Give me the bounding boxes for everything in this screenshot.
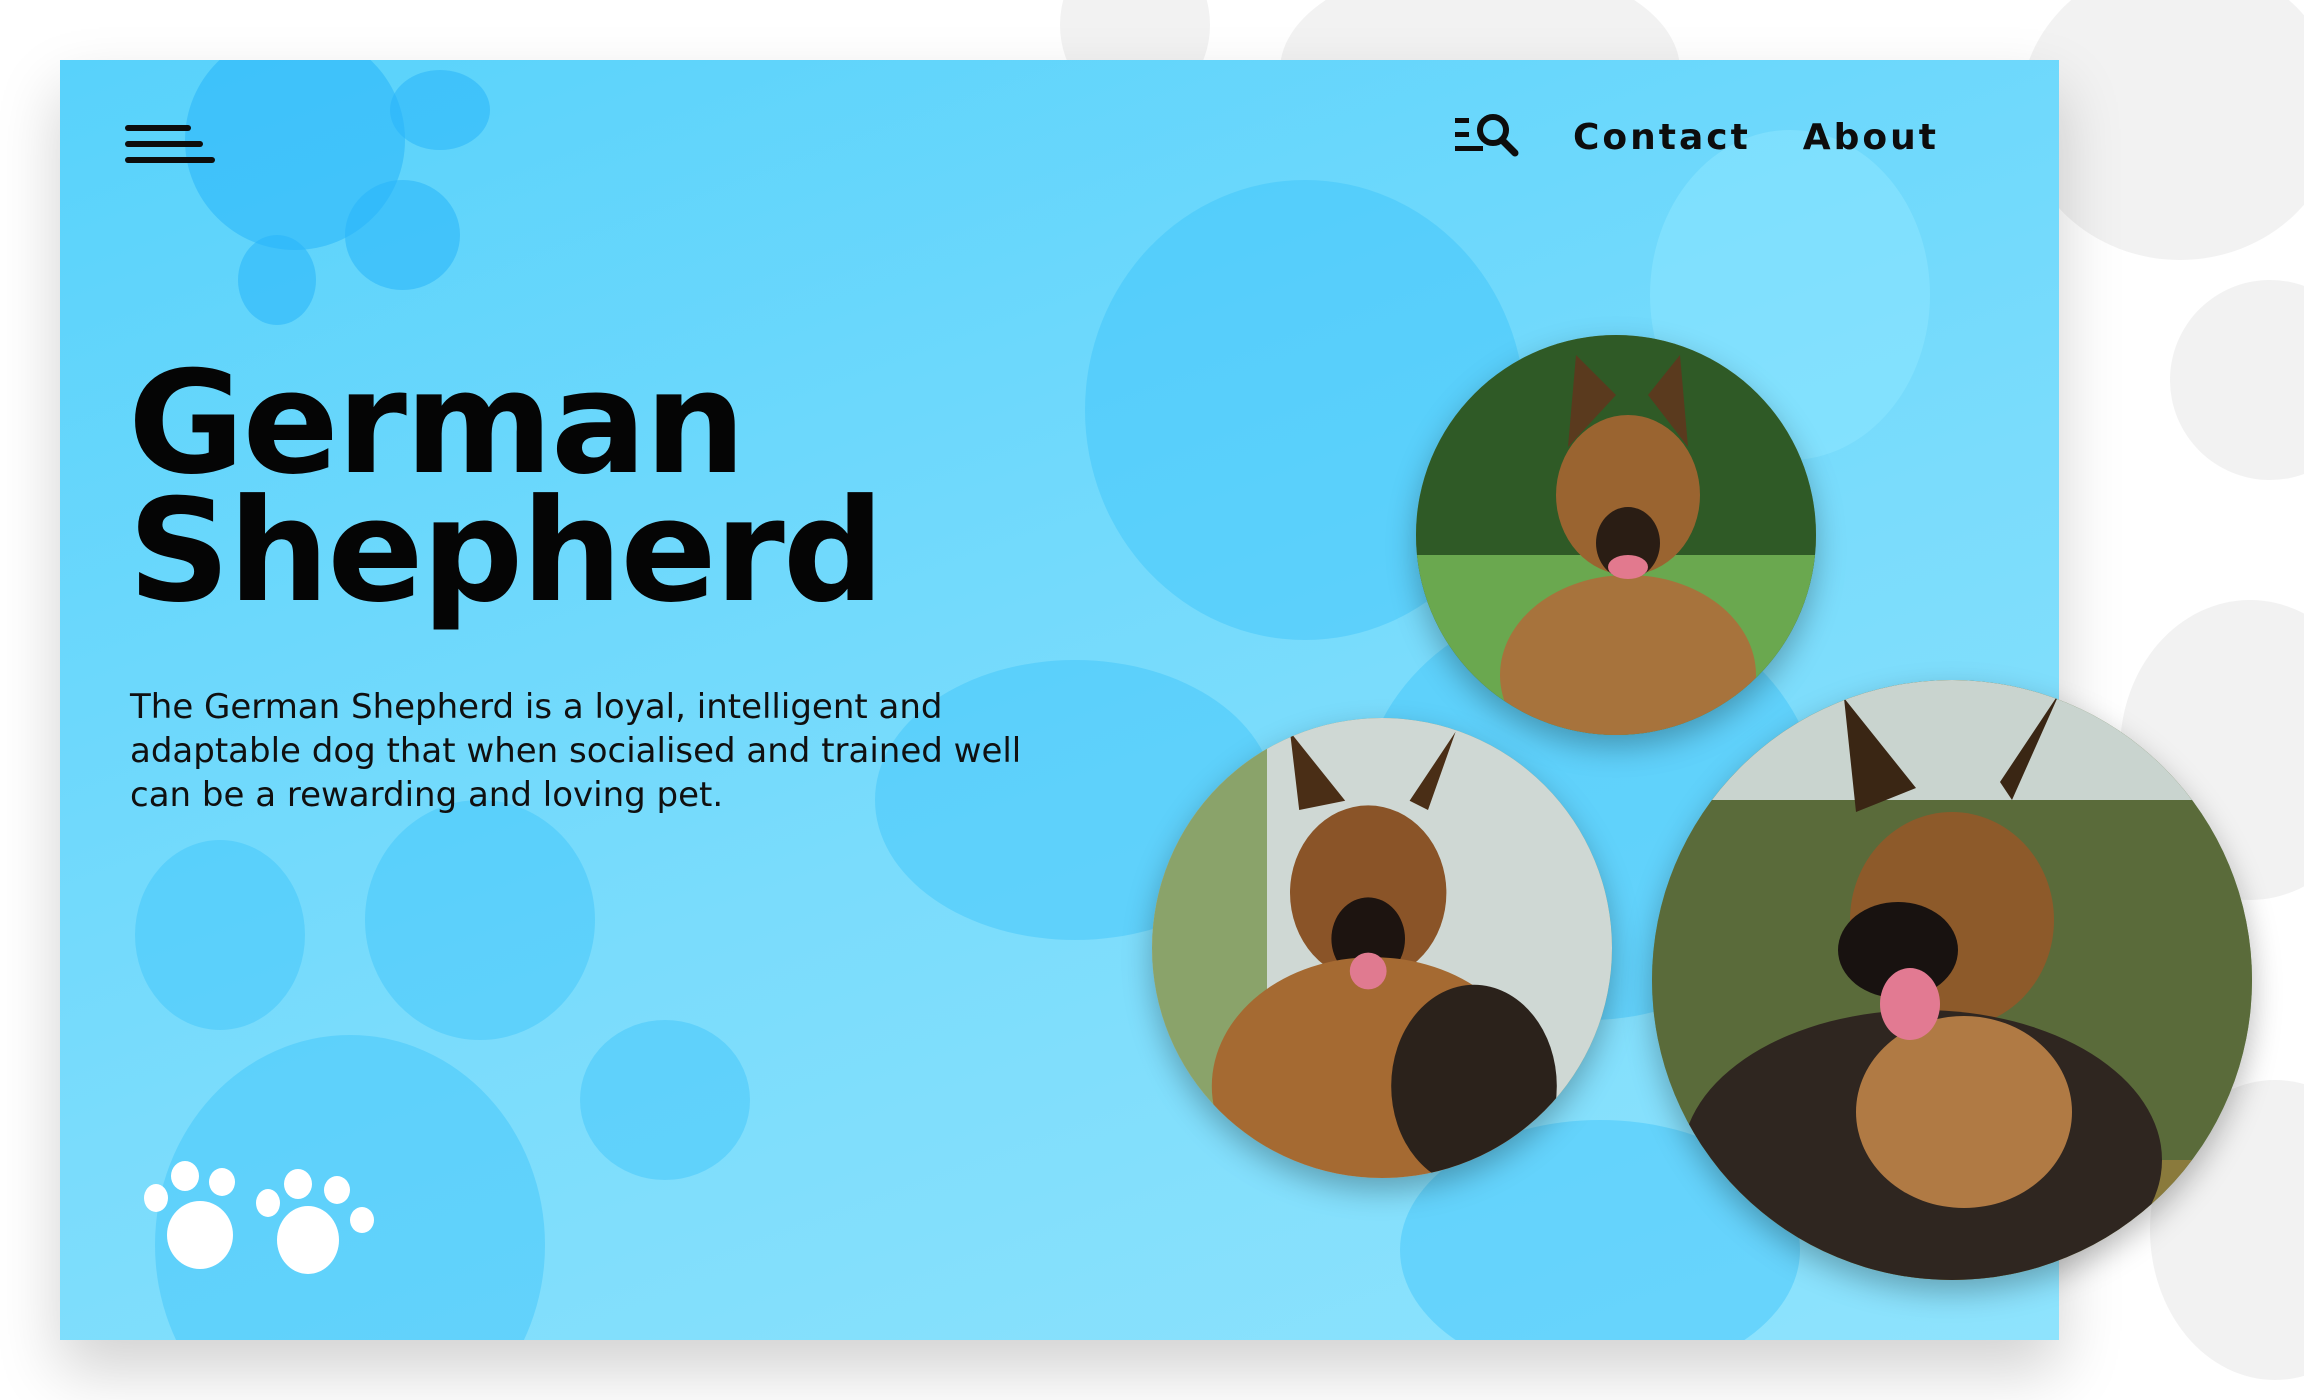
title-line-2: Shepherd bbox=[128, 469, 884, 634]
background-blob bbox=[2170, 280, 2304, 480]
decor-blob bbox=[580, 1020, 750, 1180]
top-nav: Contact About bbox=[1454, 112, 1939, 162]
decor-blob bbox=[365, 800, 595, 1040]
dog-photo-top bbox=[1416, 335, 1816, 735]
nav-link-contact[interactable]: Contact bbox=[1573, 117, 1751, 158]
dog-photo-left bbox=[1152, 718, 1612, 1178]
paw-prints-icon bbox=[144, 1161, 374, 1274]
hamburger-menu-icon[interactable] bbox=[125, 125, 215, 171]
search-list-icon[interactable] bbox=[1454, 112, 1521, 162]
decor-blob bbox=[345, 180, 460, 290]
nav-link-about[interactable]: About bbox=[1803, 117, 1939, 158]
hero-description: The German Shepherd is a loyal, intellig… bbox=[130, 687, 1022, 815]
page-title: German Shepherd bbox=[128, 353, 884, 634]
background-blob bbox=[2020, 0, 2304, 260]
decor-blob bbox=[390, 70, 490, 150]
decor-blob bbox=[135, 840, 305, 1030]
decor-blob bbox=[238, 235, 316, 325]
dog-photo-right bbox=[1652, 680, 2252, 1280]
